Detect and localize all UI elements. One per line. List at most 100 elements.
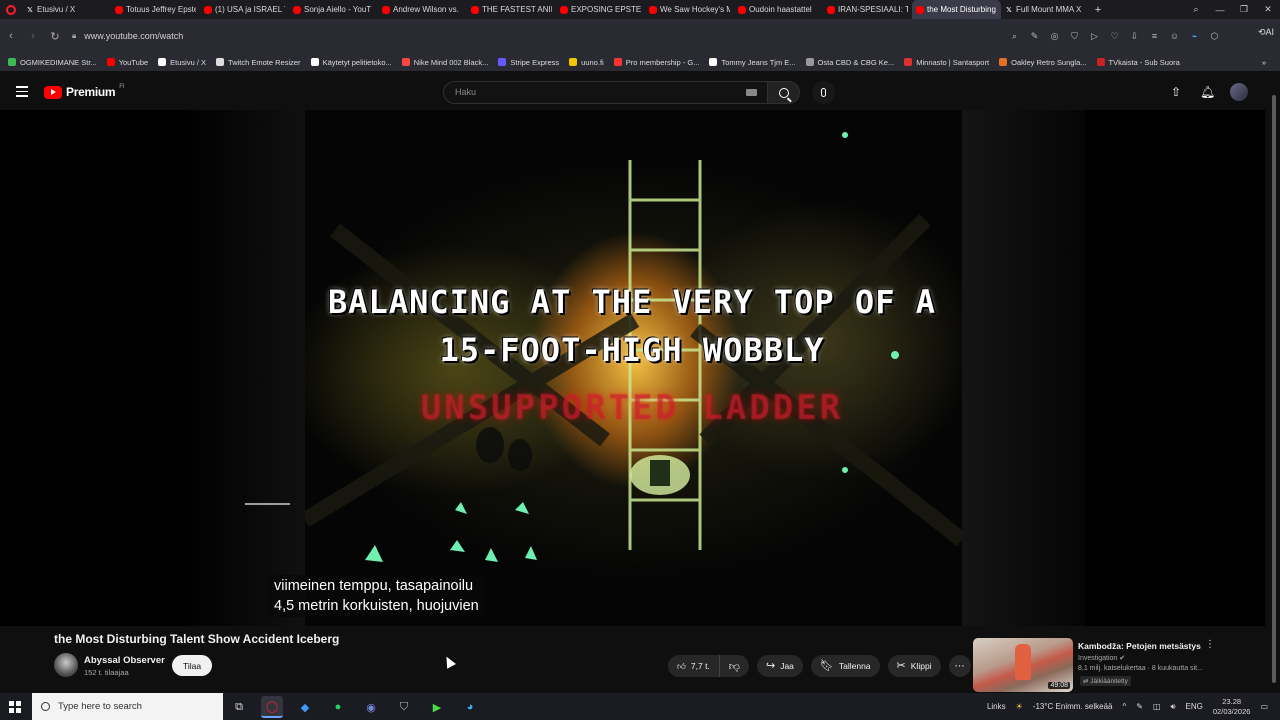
- bookmark-item[interactable]: Nike Mind 002 Black...: [401, 58, 488, 67]
- subscribe-button[interactable]: Tilaa: [172, 655, 212, 676]
- windows-start-icon[interactable]: [9, 701, 21, 713]
- tray-chevron-icon[interactable]: ^: [1122, 702, 1126, 711]
- edge-icon[interactable]: ◕: [459, 696, 481, 718]
- recommended-video[interactable]: 49:08 Kambodža: Petojen metsästys ⋮ Inve…: [973, 638, 1253, 692]
- url-field[interactable]: 🔒︎ www.youtube.com/watch: [72, 31, 183, 41]
- volume-icon[interactable]: 🔊︎: [1171, 702, 1176, 712]
- notifications-icon[interactable]: ▭: [1260, 702, 1268, 711]
- browser-tab[interactable]: We Saw Hockey's M: [645, 0, 734, 19]
- bookmark-item[interactable]: YouTube: [106, 58, 148, 67]
- language-indicator[interactable]: ENG: [1186, 702, 1203, 711]
- notifications-bell-icon[interactable]: 🔔︎: [1200, 85, 1215, 99]
- browser-tab[interactable]: Andrew Wilson vs.: [378, 0, 467, 19]
- shield-icon[interactable]: ⛉: [1069, 31, 1080, 42]
- shield-app-icon[interactable]: ⛉: [393, 696, 415, 718]
- bookmark-item[interactable]: Osta CBD & CBG Ke...: [805, 58, 894, 67]
- youtube-logo[interactable]: Premium FI: [44, 84, 125, 99]
- bookmark-item[interactable]: Twitch Emote Resizer: [216, 58, 301, 67]
- download-icon[interactable]: ⇩: [1129, 31, 1140, 42]
- discord-icon[interactable]: ◉: [360, 696, 382, 718]
- game-launcher-icon[interactable]: ▶: [426, 696, 448, 718]
- recommended-thumbnail[interactable]: 49:08: [973, 638, 1073, 692]
- channel-avatar[interactable]: [54, 653, 78, 677]
- clock[interactable]: 23.28 02/03/2026: [1213, 697, 1251, 717]
- aria-ai-button[interactable]: ⟲AI: [1258, 27, 1274, 38]
- dislike-button[interactable]: 👎︎: [720, 655, 749, 677]
- scrollbar-thumb[interactable]: [1272, 95, 1276, 683]
- bookmark-item[interactable]: uuno.fi: [569, 58, 604, 67]
- pen-icon[interactable]: ✎: [1136, 702, 1143, 711]
- opera-icon[interactable]: ◯: [261, 696, 283, 718]
- clip-button[interactable]: ✂ Klippi: [887, 655, 941, 677]
- network-icon[interactable]: ◫: [1153, 702, 1161, 711]
- more-actions-button[interactable]: ⋯: [948, 655, 971, 677]
- bookmark-item[interactable]: Käytetyt pelitietoko...: [310, 58, 392, 67]
- heart-icon[interactable]: ♡: [1109, 31, 1120, 42]
- new-tab-button[interactable]: +: [1090, 4, 1106, 16]
- taskbar-apps: ⧉ ◯ ◆ ● ◉ ⛉ ▶ ◕: [228, 696, 481, 718]
- like-button[interactable]: 👍︎ 7,7 t.: [668, 655, 720, 677]
- search-tabs-icon[interactable]: ⌕: [1184, 4, 1208, 15]
- extension-icon[interactable]: ⌁: [1189, 31, 1200, 42]
- upload-icon[interactable]: ⇧: [1170, 85, 1182, 99]
- edit-icon[interactable]: ✎: [1029, 31, 1040, 42]
- voice-search-button[interactable]: [812, 81, 835, 104]
- task-view-icon[interactable]: ⧉: [228, 696, 250, 718]
- opera-menu-icon[interactable]: [0, 0, 22, 19]
- menu-icon[interactable]: [16, 86, 28, 100]
- back-button[interactable]: ‹: [0, 30, 22, 42]
- bookmark-item[interactable]: Etusivu / X: [158, 58, 206, 67]
- save-button[interactable]: 🔖︎ Tallenna: [810, 655, 880, 677]
- close-window-button[interactable]: ✕: [1256, 4, 1280, 15]
- bookmark-item[interactable]: Pro membership - G...: [613, 58, 699, 67]
- spotify-icon[interactable]: ●: [327, 696, 349, 718]
- search-page-icon[interactable]: ⌕: [1009, 31, 1020, 42]
- recommended-channel[interactable]: Investigation ✔: [1078, 654, 1125, 662]
- reload-button[interactable]: ↻: [44, 30, 66, 43]
- bookmark-item[interactable]: OGMIKEDIMANE Str...: [8, 58, 97, 67]
- browser-tab[interactable]: (1) USA ja ISRAEL T: [200, 0, 289, 19]
- camera-icon[interactable]: ◎: [1049, 31, 1060, 42]
- channel-name[interactable]: Abyssal Observer: [84, 655, 165, 666]
- browser-tab[interactable]: 𝕏 Etusivu / X: [22, 0, 111, 19]
- browser-tab[interactable]: Sonja Aiello - YouT: [289, 0, 378, 19]
- taskbar-search-input[interactable]: Type here to search: [32, 693, 223, 720]
- restore-button[interactable]: ❐: [1232, 4, 1256, 15]
- bookmark-item[interactable]: Stripe Express: [498, 58, 559, 67]
- more-vert-icon[interactable]: ⋮: [1205, 639, 1215, 650]
- bookmark-icon: 🔖︎: [819, 659, 834, 672]
- tab-title: Oudoin haastattel: [749, 5, 812, 14]
- browser-tab[interactable]: THE FASTEST ANIM: [467, 0, 556, 19]
- browser-tab[interactable]: the Most Disturbing T: [912, 0, 1001, 19]
- send-icon[interactable]: ▷: [1089, 31, 1100, 42]
- bookmark-item[interactable]: Oakley Retro Sungla...: [999, 58, 1087, 67]
- bookmark-item[interactable]: Minnasto | Santasport: [904, 58, 989, 67]
- profile-icon[interactable]: ☺: [1169, 31, 1180, 41]
- bookmark-favicon-icon: [498, 58, 507, 66]
- video-duration: 49:08: [1048, 682, 1070, 689]
- window-controls: ⌕ — ❐ ✕: [1184, 0, 1280, 19]
- browser-tab[interactable]: Totuus Jeffrey Epste: [111, 0, 200, 19]
- share-button[interactable]: ↪ Jaa: [756, 655, 803, 677]
- search-button[interactable]: [768, 81, 800, 104]
- browser-tab[interactable]: IRAN-SPESIAALI: Tr: [823, 0, 912, 19]
- avatar[interactable]: [1230, 83, 1248, 101]
- keyboard-icon[interactable]: [746, 89, 757, 96]
- weather-text[interactable]: -13°C Enimm. selkeää: [1033, 702, 1113, 711]
- bookmark-item[interactable]: Tommy Jeans Tjm E...: [709, 58, 796, 67]
- bookmark-item[interactable]: TVkaista - Sub Suora: [1096, 58, 1180, 67]
- browser-tab[interactable]: EXPOSING EPSTEIN: [556, 0, 645, 19]
- browser-tab[interactable]: 𝕏 Full Mount MMA X: [1001, 0, 1090, 19]
- links-toolbar[interactable]: Links: [987, 702, 1006, 711]
- bookmarks-overflow-icon[interactable]: »: [1262, 58, 1266, 67]
- url-text: www.youtube.com/watch: [84, 31, 184, 41]
- recommended-title[interactable]: Kambodža: Petojen metsästys: [1078, 641, 1201, 651]
- cube-icon[interactable]: ⬡: [1209, 31, 1220, 42]
- minimize-button[interactable]: —: [1208, 5, 1232, 15]
- browser-tab[interactable]: Oudoin haastattel: [734, 0, 823, 19]
- forward-button[interactable]: ›: [22, 30, 44, 42]
- scrollbar[interactable]: [1270, 85, 1278, 693]
- search-input[interactable]: Haku: [443, 81, 768, 104]
- paint-app-icon[interactable]: ◆: [294, 696, 316, 718]
- menu-icon[interactable]: ≡: [1149, 31, 1160, 41]
